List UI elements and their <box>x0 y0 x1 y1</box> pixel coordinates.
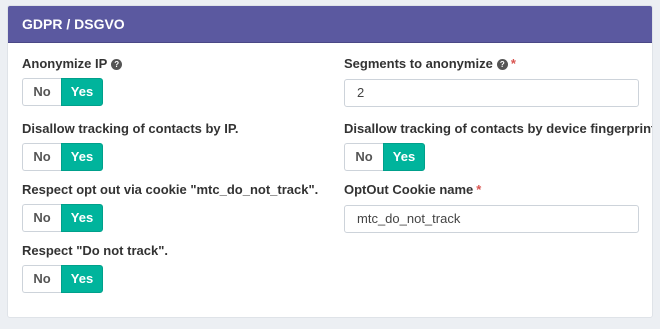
opt-out-cookie-toggle: No Yes <box>22 204 318 232</box>
opt-out-cookie-field: Respect opt out via cookie "mtc_do_not_t… <box>22 182 318 232</box>
do-not-track-toggle: No Yes <box>22 265 168 293</box>
required-marker: * <box>510 56 516 71</box>
gdpr-panel: GDPR / DSGVO Anonymize IP ? No Yes Disal… <box>7 5 653 318</box>
disallow-ip-field: Disallow tracking of contacts by IP. No … <box>22 121 239 171</box>
fingerprint-no-button[interactable]: No <box>344 143 383 171</box>
help-icon[interactable]: ? <box>111 58 123 70</box>
disallow-ip-toggle: No Yes <box>22 143 239 171</box>
segments-label: Segments to anonymize ? * <box>344 56 639 72</box>
fingerprint-field: Disallow tracking of contacts by device … <box>344 121 653 171</box>
do-not-track-label: Respect "Do not track". <box>22 243 168 258</box>
fingerprint-toggle: No Yes <box>344 143 652 171</box>
segments-field: Segments to anonymize ? * 2 <box>344 56 639 107</box>
disallow-ip-yes-button[interactable]: Yes <box>61 143 103 171</box>
fingerprint-label: Disallow tracking of contacts by device … <box>344 121 653 136</box>
anonymize-ip-field: Anonymize IP ? No Yes <box>22 56 123 106</box>
cookie-name-field: OptOut Cookie name * mtc_do_not_track <box>344 182 639 233</box>
do-not-track-field: Respect "Do not track". No Yes <box>22 243 168 293</box>
help-icon[interactable]: ? <box>496 58 508 70</box>
do-not-track-no-button[interactable]: No <box>22 265 61 293</box>
cookie-name-label: OptOut Cookie name * <box>344 182 639 198</box>
segments-input[interactable]: 2 <box>344 79 639 107</box>
cookie-name-label-text: OptOut Cookie name <box>344 182 474 197</box>
anonymize-ip-yes-button[interactable]: Yes <box>61 78 103 106</box>
required-marker: * <box>476 182 482 197</box>
segments-label-text: Segments to anonymize <box>344 56 493 71</box>
anonymize-ip-no-button[interactable]: No <box>22 78 61 106</box>
disallow-ip-no-button[interactable]: No <box>22 143 61 171</box>
disallow-ip-label: Disallow tracking of contacts by IP. <box>22 121 239 136</box>
anonymize-ip-label-text: Anonymize IP <box>22 56 108 71</box>
opt-out-cookie-yes-button[interactable]: Yes <box>61 204 103 232</box>
anonymize-ip-label: Anonymize IP ? <box>22 56 123 72</box>
do-not-track-yes-button[interactable]: Yes <box>61 265 103 293</box>
anonymize-ip-toggle: No Yes <box>22 78 122 106</box>
opt-out-cookie-no-button[interactable]: No <box>22 204 61 232</box>
opt-out-cookie-label: Respect opt out via cookie "mtc_do_not_t… <box>22 182 319 197</box>
cookie-name-input[interactable]: mtc_do_not_track <box>344 205 639 233</box>
fingerprint-yes-button[interactable]: Yes <box>383 143 425 171</box>
panel-title: GDPR / DSGVO <box>8 6 652 43</box>
